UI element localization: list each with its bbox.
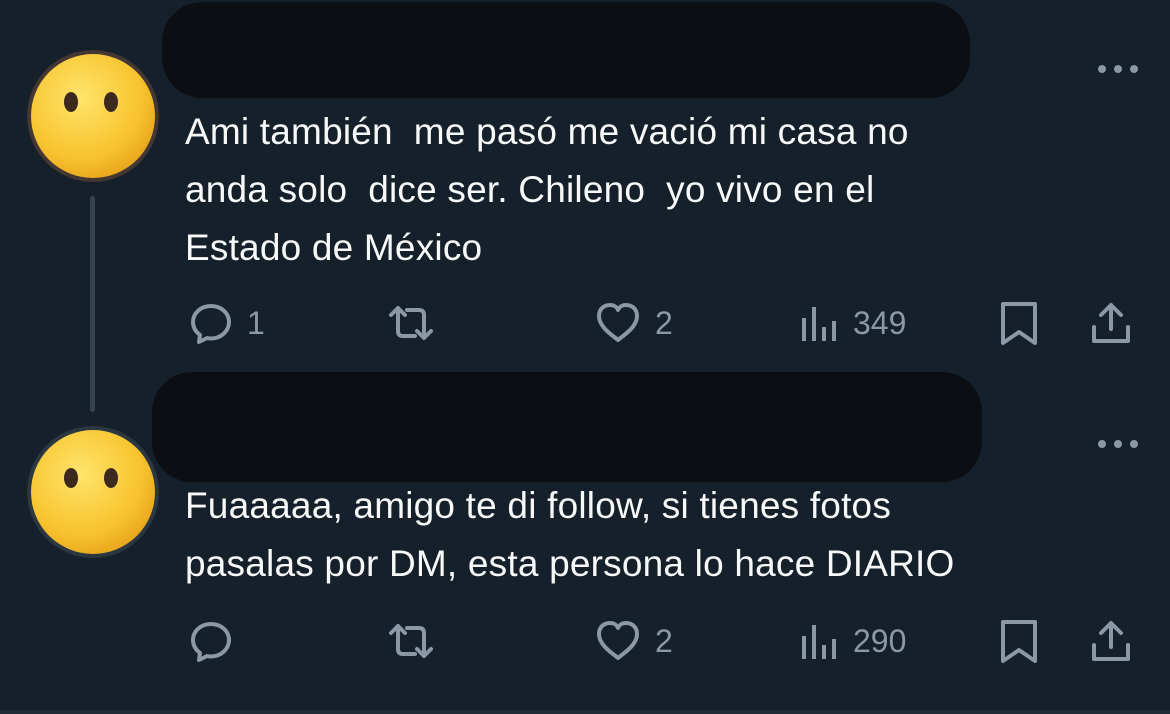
face-without-mouth-emoji-icon [27,50,159,182]
heart-icon [597,303,639,342]
retweet-icon [389,306,433,340]
bookmark-icon [1001,620,1037,663]
bookmark-button[interactable] [997,616,1041,666]
like-count: 2 [655,622,673,659]
like-button[interactable]: 2 [593,298,673,348]
view-count: 349 [853,304,907,341]
redacted-username [152,372,982,482]
views-button[interactable]: 290 [797,616,906,666]
tweet[interactable]: Fuaaaaa, amigo te di follow, si tienes f… [0,360,1170,714]
face-without-mouth-emoji-icon [27,426,159,558]
retweet-button[interactable] [385,616,449,666]
bookmark-icon [1001,302,1037,345]
retweet-button[interactable] [385,298,449,348]
tweet-text: Ami también me pasó me vació mi casa no … [185,111,909,268]
views-button[interactable]: 349 [797,298,906,348]
heart-icon [597,621,639,660]
share-button[interactable] [1087,616,1135,666]
reply-count: 1 [247,304,265,341]
redacted-username [162,2,970,98]
like-count: 2 [655,304,673,341]
share-icon [1092,621,1130,661]
more-horizontal-icon[interactable] [1098,62,1138,76]
bookmark-button[interactable] [997,298,1041,348]
view-count: 290 [853,622,907,659]
share-button[interactable] [1087,298,1135,348]
more-horizontal-icon[interactable] [1098,437,1138,451]
views-icon [802,307,836,341]
like-button[interactable]: 2 [593,616,673,666]
tweet-actions: 2 290 [185,616,1145,666]
views-icon [802,625,836,659]
tweet[interactable]: Ami también me pasó me vació mi casa no … [0,0,1170,360]
avatar[interactable] [27,426,159,558]
tweet-actions: 1 2 349 [185,298,1145,348]
reply-icon [191,622,231,662]
reply-button[interactable] [187,616,247,666]
retweet-icon [389,624,433,658]
tweet-text: Fuaaaaa, amigo te di follow, si tienes f… [185,485,955,584]
divider [0,710,1170,714]
reply-button[interactable]: 1 [187,298,265,348]
share-icon [1092,303,1130,343]
avatar[interactable] [27,50,159,182]
reply-icon [191,304,231,344]
